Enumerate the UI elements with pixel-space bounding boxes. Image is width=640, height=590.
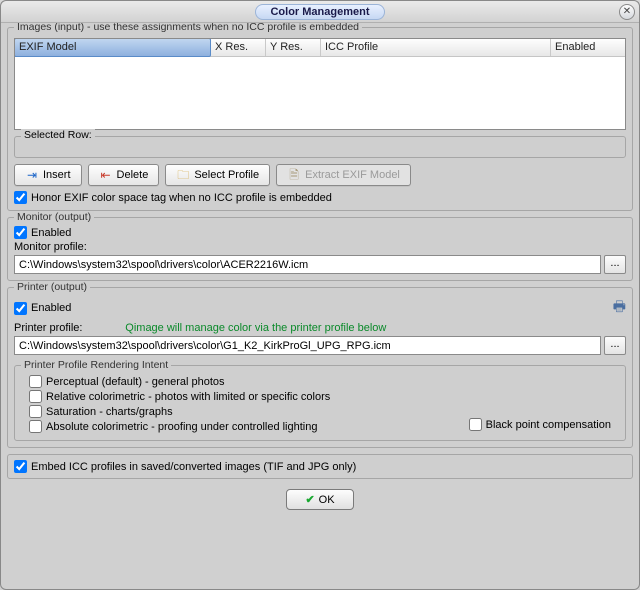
extract-icon: 🗎: [287, 168, 301, 182]
black-point-comp-label: Black point compensation: [486, 419, 611, 431]
intent-saturation-label: Saturation - charts/graphs: [46, 406, 173, 418]
printer-profile-label: Printer profile:: [14, 322, 82, 334]
embed-icc-checkbox[interactable]: [14, 460, 27, 473]
monitor-output-group: Monitor (output) Enabled Monitor profile…: [7, 217, 633, 281]
delete-button-label: Delete: [117, 169, 149, 181]
ok-button[interactable]: ✔ OK: [286, 489, 353, 510]
table-header-row: EXIF Model X Res. Y Res. ICC Profile Ena…: [15, 39, 625, 57]
insert-icon: ⇥: [25, 168, 39, 182]
column-enabled[interactable]: Enabled: [551, 39, 625, 56]
monitor-profile-label: Monitor profile:: [14, 241, 626, 253]
monitor-group-legend: Monitor (output): [14, 211, 94, 223]
rendering-intent-group: Printer Profile Rendering Intent Percept…: [14, 365, 626, 441]
folder-icon: 🗀: [176, 168, 190, 182]
monitor-profile-input[interactable]: [14, 255, 601, 274]
selected-row-box: Selected Row:: [14, 136, 626, 158]
printer-enabled-label: Enabled: [31, 302, 71, 314]
extract-exif-button: 🗎 Extract EXIF Model: [276, 164, 411, 186]
select-profile-button-label: Select Profile: [194, 169, 259, 181]
monitor-enabled-label: Enabled: [31, 227, 71, 239]
insert-button[interactable]: ⇥ Insert: [14, 164, 82, 186]
images-input-group: Images (input) - use these assignments w…: [7, 27, 633, 211]
printer-enabled-checkbox[interactable]: [14, 302, 27, 315]
insert-button-label: Insert: [43, 169, 71, 181]
monitor-enabled-checkbox[interactable]: [14, 226, 27, 239]
intent-relative-checkbox[interactable]: [29, 390, 42, 403]
color-management-dialog: Color Management ✕ Images (input) - use …: [0, 0, 640, 590]
close-button[interactable]: ✕: [619, 4, 635, 20]
images-group-legend: Images (input) - use these assignments w…: [14, 23, 362, 33]
black-point-comp-checkbox[interactable]: [469, 418, 482, 431]
monitor-browse-button[interactable]: ...: [604, 255, 626, 274]
intent-absolute-label: Absolute colorimetric - proofing under c…: [46, 421, 317, 433]
close-icon: ✕: [623, 6, 631, 17]
profile-assignments-table[interactable]: EXIF Model X Res. Y Res. ICC Profile Ena…: [14, 38, 626, 130]
intent-perceptual-label: Perceptual (default) - general photos: [46, 376, 225, 388]
select-profile-button[interactable]: 🗀 Select Profile: [165, 164, 270, 186]
delete-icon: ⇤: [99, 168, 113, 182]
intent-saturation-checkbox[interactable]: [29, 405, 42, 418]
extract-exif-button-label: Extract EXIF Model: [305, 169, 400, 181]
honor-exif-checkbox[interactable]: [14, 191, 27, 204]
column-y-res[interactable]: Y Res.: [266, 39, 321, 56]
embed-icc-label: Embed ICC profiles in saved/converted im…: [31, 461, 356, 473]
printer-browse-button[interactable]: ...: [604, 336, 626, 355]
printer-profile-input[interactable]: [14, 336, 601, 355]
honor-exif-label: Honor EXIF color space tag when no ICC p…: [31, 192, 332, 204]
intent-relative-label: Relative colorimetric - photos with limi…: [46, 391, 330, 403]
window-title: Color Management: [255, 4, 384, 20]
ok-button-label: OK: [319, 494, 335, 506]
titlebar: Color Management ✕: [1, 1, 639, 23]
column-exif-model[interactable]: EXIF Model: [14, 38, 211, 57]
printer-hint-text: Qimage will manage color via the printer…: [125, 322, 386, 334]
column-x-res[interactable]: X Res.: [211, 39, 266, 56]
column-icc-profile[interactable]: ICC Profile: [321, 39, 551, 56]
printer-icon[interactable]: 🖶: [613, 296, 626, 320]
selected-row-legend: Selected Row:: [21, 129, 95, 141]
printer-output-group: Printer (output) Enabled 🖶 Printer profi…: [7, 287, 633, 448]
checkmark-icon: ✔: [305, 493, 314, 506]
intent-legend: Printer Profile Rendering Intent: [21, 359, 171, 371]
printer-profile-line: Printer profile: Qimage will manage colo…: [14, 322, 626, 334]
intent-perceptual-checkbox[interactable]: [29, 375, 42, 388]
embed-icc-group: Embed ICC profiles in saved/converted im…: [7, 454, 633, 479]
printer-group-legend: Printer (output): [14, 281, 90, 293]
intent-absolute-checkbox[interactable]: [29, 420, 42, 433]
delete-button[interactable]: ⇤ Delete: [88, 164, 160, 186]
